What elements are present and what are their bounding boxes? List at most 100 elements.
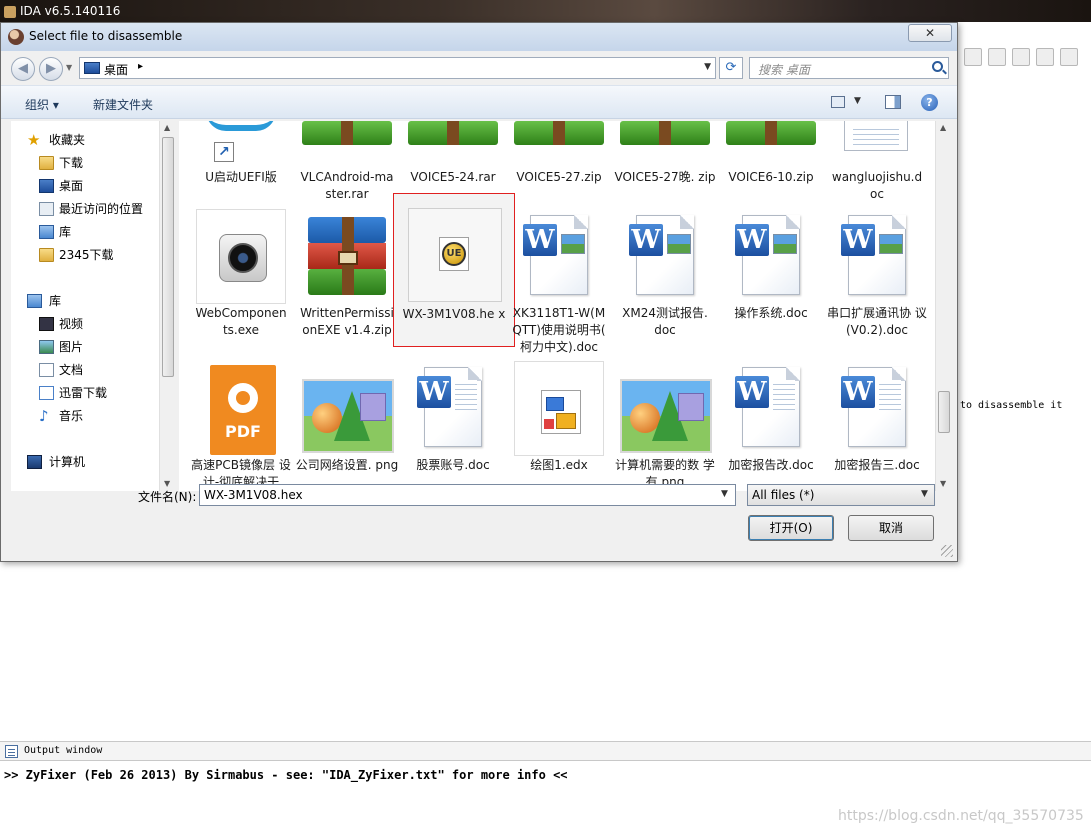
desktop-icon [39,179,54,193]
file-item[interactable]: WrittenPermissi onEXE v1.4.zip [295,209,399,343]
computer-icon [27,455,42,469]
select-file-dialog: Select file to disassemble ✕ ◀ ▶ ▼ 桌面 ▸ … [0,22,958,562]
winrar-icon [302,209,392,304]
file-item[interactable]: W 串口扩展通讯协 议(V0.2).doc [825,209,929,343]
preview-pane-icon[interactable] [885,95,901,109]
address-bar[interactable]: 桌面 ▸ ▼ [79,57,716,79]
scroll-down-icon[interactable]: ▼ [940,479,946,488]
file-item[interactable]: ↗ U启动UEFI版 [189,121,293,207]
navigation-pane: ★ 收藏夹 下载 桌面 最近访问的位置 库 2345下载 库 视频 图片 文档 … [11,121,175,491]
file-item[interactable]: W 操作系统.doc [719,209,823,343]
filename-input[interactable]: WX-3M1V08.hex [199,484,736,506]
toolbar-grid-icon[interactable] [964,48,982,66]
search-box[interactable]: 搜索 桌面 [749,57,949,79]
image-icon [302,361,394,456]
nav-label: 库 [59,225,72,239]
nav-label: 2345下载 [59,248,114,262]
filename-label: 文件名(N): [138,490,197,504]
address-dropdown-icon[interactable]: ▼ [704,62,711,72]
watermark: https://blog.csdn.net/qq_35570735 [838,808,1084,824]
forward-button[interactable]: ▶ [39,57,63,81]
file-name: wangluojishu.d oc [831,170,923,201]
filetype-select[interactable]: All files (*) [747,484,935,506]
file-item[interactable]: wangluojishu.d oc [825,121,929,207]
camera-icon [196,209,286,304]
file-name: VOICE6-10.zip [728,170,814,184]
nav-label: 最近访问的位置 [59,202,144,216]
file-name: 股票账号.doc [416,458,490,472]
view-options-icon[interactable] [831,96,845,108]
scroll-up-icon[interactable]: ▲ [940,123,946,132]
toolbar-save-icon[interactable] [1060,48,1078,66]
ida-background-text: to disassemble it [960,400,1063,411]
file-item[interactable]: 计算机需要的数 学有.png [613,361,717,491]
toolbar-calc-icon[interactable] [1036,48,1054,66]
scroll-thumb[interactable] [938,391,950,433]
file-name: VOICE5-27晚. zip [614,170,716,184]
word-icon: W [514,209,604,304]
nav-label: 迅雷下载 [59,386,108,400]
open-button[interactable]: 打开(O) [748,515,834,541]
edx-icon [514,361,604,456]
arrow-left-icon: ◀ [18,61,28,76]
ultraedit-icon: UE [408,208,502,302]
output-log-line: >> ZyFixer (Feb 26 2013) By Sirmabus - s… [4,768,568,782]
toolbar-gear-icon[interactable] [1012,48,1030,66]
nav-label: 音乐 [59,409,84,423]
file-item[interactable]: W XM24测试报告. doc [613,209,717,343]
output-window-header[interactable]: Output window [0,741,1091,761]
file-item[interactable]: WebComponen ts.exe [189,209,293,343]
filename-dropdown-icon[interactable]: ▼ [721,489,728,499]
dialog-app-icon [8,29,24,45]
close-button[interactable]: ✕ [908,24,952,42]
search-icon[interactable] [932,61,943,72]
file-list-scrollbar[interactable]: ▲ ▼ [935,121,951,491]
document-icon [39,363,54,377]
file-item[interactable]: W 股票账号.doc [401,361,505,491]
resize-grip-icon[interactable] [941,545,953,557]
file-item-selected[interactable]: UE WX-3M1V08.he x [393,193,515,347]
dialog-title: Select file to disassemble [29,29,183,43]
view-dropdown-icon[interactable]: ▼ [854,96,861,106]
file-item[interactable]: VOICE5-27.zip [507,121,611,207]
nav-label: 收藏夹 [49,133,86,147]
scroll-up-icon[interactable]: ▲ [164,123,170,132]
refresh-button[interactable]: ⟳ [719,57,743,79]
help-icon[interactable]: ? [921,94,938,111]
file-item[interactable]: W 加密报告改.doc [719,361,823,491]
file-item[interactable]: W XK3118T1-W(M QTT)使用说明书( 柯力中文).doc [507,209,611,354]
file-item[interactable]: VOICE6-10.zip [719,121,823,207]
file-item[interactable]: VLCAndroid-ma ster.rar [295,121,399,207]
file-item[interactable]: VOICE5-27晚. zip [613,121,717,207]
library-icon [39,225,54,239]
address-location[interactable]: 桌面 [104,61,128,78]
file-item[interactable]: 绘图1.edx [507,361,611,491]
nav-label: 文档 [59,363,84,377]
filetype-dropdown-icon[interactable]: ▼ [921,489,928,499]
file-name: 加密报告三.doc [834,458,920,472]
shortcut-icon: ↗ [196,121,286,212]
file-name: XK3118T1-W(M QTT)使用说明书( 柯力中文).doc [512,306,606,354]
scroll-thumb[interactable] [162,137,174,377]
folder-icon [39,248,54,262]
file-name: U启动UEFI版 [205,170,277,184]
word-icon: W [726,209,816,304]
scroll-down-icon[interactable]: ▼ [164,479,170,488]
cancel-button[interactable]: 取消 [848,515,934,541]
new-folder-button[interactable]: 新建文件夹 [93,96,153,113]
output-window-icon [5,745,18,758]
search-input[interactable]: 搜索 桌面 [758,61,810,78]
navigation-scrollbar[interactable]: ▲ ▼ [159,121,175,491]
dialog-title-bar[interactable]: Select file to disassemble ✕ [1,23,957,51]
file-item[interactable]: PDF 高速PCB镜像层 设计-彻底解决干 [189,361,293,491]
back-button[interactable]: ◀ [11,57,35,81]
recent-locations-dropdown[interactable]: ▼ [66,63,72,72]
file-item[interactable]: 公司网络设置. png [295,361,399,491]
toolbar-print-icon[interactable] [988,48,1006,66]
address-separator-icon[interactable]: ▸ [138,61,143,72]
file-item[interactable]: W 加密报告三.doc [825,361,929,491]
organize-button[interactable]: 组织 ▾ [25,96,59,113]
word-icon: W [408,361,498,456]
file-name: 绘图1.edx [530,458,588,472]
refresh-icon: ⟳ [725,60,737,75]
